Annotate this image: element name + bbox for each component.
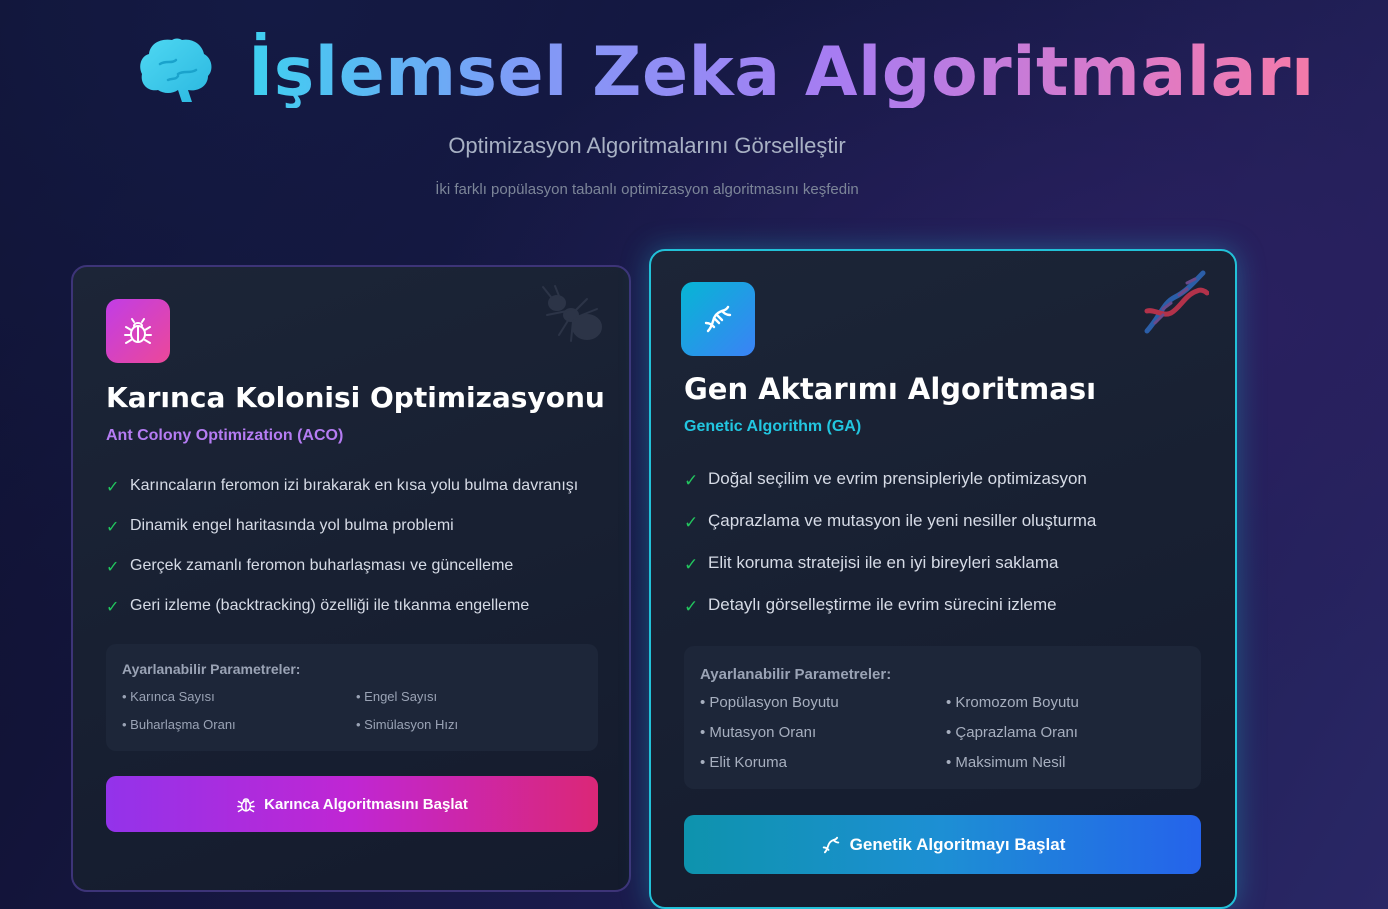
check-icon: ✓ bbox=[106, 559, 120, 576]
ga-params-box: Ayarlanabilir Parametreler: • Popülasyon… bbox=[684, 646, 1201, 789]
params-grid: • Karınca Sayısı • Engel Sayısı • Buharl… bbox=[122, 688, 556, 734]
dna-icon bbox=[822, 836, 839, 853]
feature-item: ✓ Dinamik engel haritasında yol bulma pro… bbox=[106, 514, 578, 554]
param-item: • Buharlaşma Oranı bbox=[122, 717, 236, 732]
aco-card[interactable]: Karınca Kolonisi Optimizasyonu Ant Colon… bbox=[71, 265, 631, 892]
page-description: İki farklı popülasyon tabanlı optimizasy… bbox=[435, 181, 859, 198]
feature-text: Doğal seçilim ve evrim prensipleriyle op… bbox=[708, 469, 1087, 488]
start-ga-label: Genetik Algoritmayı Başlat bbox=[849, 834, 1066, 854]
check-icon: ✓ bbox=[684, 555, 699, 574]
check-icon: ✓ bbox=[106, 599, 120, 616]
feature-text: Detaylı görselleştirme ile evrim sürecin… bbox=[708, 595, 1057, 614]
param-item: • Çaprazlama Oranı bbox=[946, 724, 1078, 741]
feature-item: ✓ Elit koruma stratejisi ile en iyi birey… bbox=[684, 551, 1096, 593]
feature-text: Dinamik engel haritasında yol bulma prob… bbox=[130, 517, 454, 534]
check-icon: ✓ bbox=[684, 597, 699, 616]
feature-item: ✓ Doğal seçilim ve evrim prensipleriyle o… bbox=[684, 467, 1096, 509]
feature-item: ✓ Detaylı görselleştirme ile evrim süreci… bbox=[684, 593, 1096, 635]
feature-item: ✓ Karıncaların feromon izi bırakarak en k… bbox=[106, 474, 578, 514]
params-title: Ayarlanabilir Parametreler: bbox=[700, 666, 892, 683]
check-icon: ✓ bbox=[684, 513, 699, 532]
check-icon: ✓ bbox=[106, 519, 120, 536]
ga-feature-list: ✓ Doğal seçilim ve evrim prensipleriyle o… bbox=[684, 467, 1096, 635]
param-item: • Elit Koruma bbox=[700, 754, 787, 771]
feature-text: Geri izleme (backtracking) özelliği ile … bbox=[130, 597, 530, 614]
ga-icon-box bbox=[681, 282, 755, 356]
brain-icon bbox=[140, 38, 212, 102]
feature-item: ✓ Geri izleme (backtracking) özelliği ile… bbox=[106, 594, 578, 634]
ga-card[interactable]: Gen Aktarımı Algoritması Genetic Algorit… bbox=[649, 249, 1237, 909]
params-title: Ayarlanabilir Parametreler: bbox=[122, 661, 301, 677]
feature-text: Çaprazlama ve mutasyon ile yeni nesiller… bbox=[708, 511, 1097, 530]
bug-icon bbox=[124, 318, 152, 344]
param-item: • Kromozom Boyutu bbox=[946, 694, 1079, 711]
feature-item: ✓ Çaprazlama ve mutasyon ile yeni nesille… bbox=[684, 509, 1096, 551]
page-subtitle: Optimizasyon Algoritmalarını Görselleşti… bbox=[448, 133, 846, 158]
dna-helix-icon bbox=[1144, 270, 1209, 334]
param-item: • Engel Sayısı bbox=[356, 689, 438, 704]
aco-title: Karınca Kolonisi Optimizasyonu bbox=[106, 381, 605, 414]
dna-icon bbox=[704, 305, 732, 333]
aco-feature-list: ✓ Karıncaların feromon izi bırakarak en k… bbox=[106, 474, 578, 634]
start-aco-button[interactable]: Karınca Algoritmasını Başlat bbox=[106, 776, 598, 832]
params-grid: • Popülasyon Boyutu • Kromozom Boyutu • … bbox=[700, 693, 1166, 772]
ga-title: Gen Aktarımı Algoritması bbox=[684, 372, 1097, 406]
ga-subtitle: Genetic Algorithm (GA) bbox=[684, 418, 862, 435]
param-item: • Simülasyon Hızı bbox=[356, 717, 459, 732]
aco-subtitle: Ant Colony Optimization (ACO) bbox=[106, 427, 344, 444]
param-item: • Maksimum Nesil bbox=[946, 754, 1066, 771]
param-item: • Mutasyon Oranı bbox=[700, 724, 817, 741]
page-title: İşlemsel Zeka Algoritmaları bbox=[248, 30, 1315, 108]
check-icon: ✓ bbox=[684, 471, 699, 490]
feature-text: Elit koruma stratejisi ile en iyi bireyl… bbox=[708, 553, 1059, 572]
bug-icon bbox=[237, 798, 256, 813]
start-ga-button[interactable]: Genetik Algoritmayı Başlat bbox=[684, 815, 1201, 874]
param-item: • Karınca Sayısı bbox=[122, 689, 215, 704]
ant-icon bbox=[542, 285, 602, 342]
check-icon: ✓ bbox=[106, 479, 120, 496]
feature-text: Karıncaların feromon izi bırakarak en kı… bbox=[130, 477, 579, 494]
aco-icon-box bbox=[106, 299, 170, 363]
param-item: • Popülasyon Boyutu bbox=[700, 694, 839, 711]
feature-text: Gerçek zamanlı feromon buharlaşması ve g… bbox=[130, 557, 514, 574]
start-aco-label: Karınca Algoritmasını Başlat bbox=[264, 795, 468, 813]
aco-params-box: Ayarlanabilir Parametreler: • Karınca Sa… bbox=[106, 644, 598, 751]
title-row: İşlemsel Zeka Algoritmaları bbox=[138, 30, 1315, 108]
feature-item: ✓ Gerçek zamanlı feromon buharlaşması ve … bbox=[106, 554, 578, 594]
